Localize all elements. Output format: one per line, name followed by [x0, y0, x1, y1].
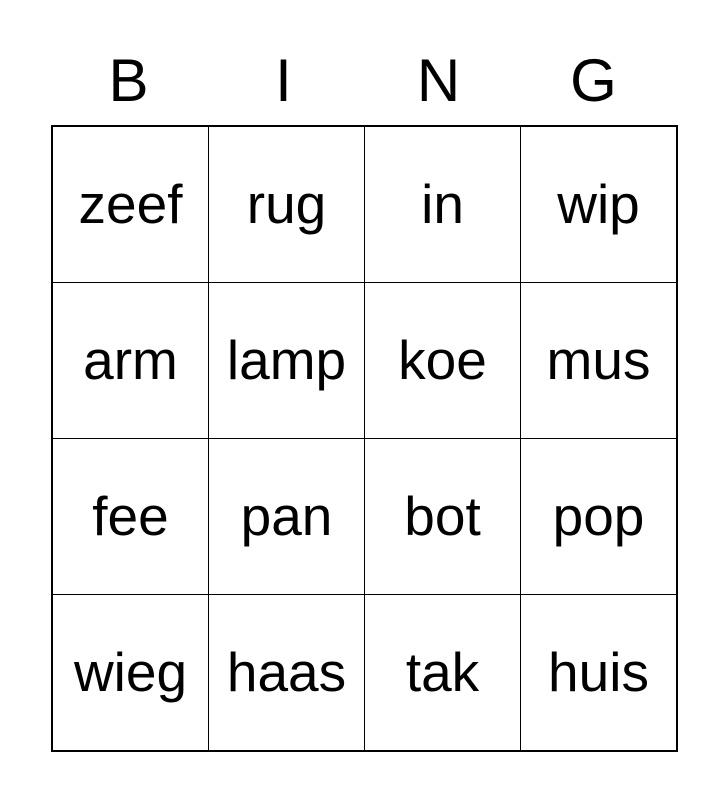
bingo-cell[interactable]: in — [364, 125, 521, 283]
bingo-cell[interactable]: lamp — [208, 282, 365, 439]
bingo-cell[interactable]: mus — [520, 282, 678, 439]
bingo-card: B I N G zeef rug in wip arm lamp koe mus… — [51, 0, 678, 752]
bingo-cell[interactable]: huis — [520, 594, 678, 752]
bingo-cell[interactable]: haas — [208, 594, 365, 752]
bingo-row: zeef rug in wip — [51, 125, 678, 283]
bingo-header-letter-b: B — [108, 47, 149, 114]
bingo-cell[interactable]: wip — [520, 125, 678, 283]
bingo-cell[interactable]: fee — [51, 438, 209, 595]
bingo-header-letter-n: N — [416, 47, 461, 114]
bingo-cell[interactable]: pan — [208, 438, 365, 595]
bingo-cell[interactable]: wieg — [51, 594, 209, 752]
bingo-grid: zeef rug in wip arm lamp koe mus fee pan… — [51, 125, 678, 752]
bingo-cell[interactable]: rug — [208, 125, 365, 283]
bingo-cell[interactable]: zeef — [51, 125, 209, 283]
bingo-header-letter-g: G — [570, 47, 617, 114]
bingo-cell[interactable]: koe — [364, 282, 521, 439]
bingo-cell[interactable]: arm — [51, 282, 209, 439]
bingo-header-row: B I N G — [51, 0, 671, 125]
bingo-row: wieg haas tak huis — [51, 594, 678, 752]
bingo-cell[interactable]: tak — [364, 594, 521, 752]
bingo-cell[interactable]: pop — [520, 438, 678, 595]
bingo-cell[interactable]: bot — [364, 438, 521, 595]
bingo-row: arm lamp koe mus — [51, 282, 678, 439]
bingo-header-letter-i: I — [275, 47, 292, 114]
bingo-row: fee pan bot pop — [51, 438, 678, 595]
